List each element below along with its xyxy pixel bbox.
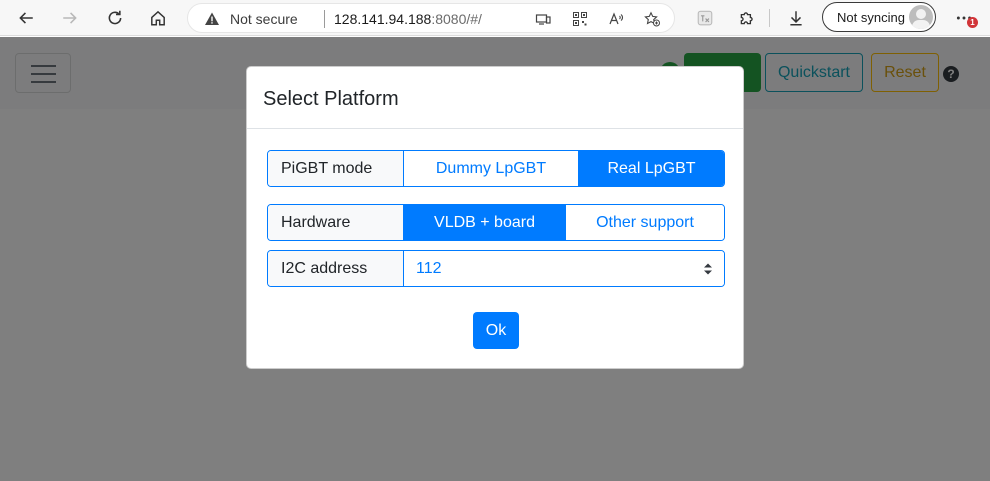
extension-button[interactable] xyxy=(689,2,721,34)
pigbt-mode-label: PiGBT mode xyxy=(268,151,404,186)
profile-sync-button[interactable]: Not syncing xyxy=(822,2,936,32)
forward-button[interactable] xyxy=(54,2,86,34)
modal-title: Select Platform xyxy=(263,88,399,110)
star-add-icon xyxy=(644,11,660,27)
select-platform-dialog: Select Platform PiGBT mode Dummy LpGBT R… xyxy=(246,66,744,369)
back-button[interactable] xyxy=(10,2,42,34)
vldb-board-option[interactable]: VLDB + board xyxy=(404,205,565,240)
read-aloud-button[interactable] xyxy=(606,9,626,29)
modal-header: Select Platform xyxy=(247,67,743,129)
hardware-label: Hardware xyxy=(268,205,404,240)
real-lpgbt-option[interactable]: Real LpGBT xyxy=(578,151,724,186)
address-divider xyxy=(324,10,325,28)
read-aloud-icon xyxy=(609,12,624,25)
url-host: 128.141.94.188 xyxy=(334,11,432,27)
i2c-address-value: 112 xyxy=(416,259,442,277)
i2c-address-group: I2C address 112 xyxy=(267,250,725,287)
forward-arrow-icon xyxy=(63,12,77,24)
security-label[interactable]: Not secure xyxy=(230,11,298,27)
extensions-button[interactable] xyxy=(731,2,763,34)
url-path: :8080/#/ xyxy=(431,11,482,27)
extension-tex-icon xyxy=(697,10,713,26)
select-arrows-icon xyxy=(704,263,712,275)
app-available-button[interactable] xyxy=(533,9,553,29)
i2c-address-select[interactable]: 112 xyxy=(404,251,724,286)
qr-code-icon xyxy=(573,12,587,26)
sync-status-label: Not syncing xyxy=(837,10,905,25)
home-button[interactable] xyxy=(142,2,174,34)
notification-badge: 1 xyxy=(967,17,978,28)
home-icon xyxy=(151,10,165,26)
i2c-address-label: I2C address xyxy=(268,251,404,286)
add-favorite-button[interactable] xyxy=(642,9,662,29)
warning-icon xyxy=(205,12,219,25)
other-support-option[interactable]: Other support xyxy=(565,205,724,240)
hardware-group: Hardware VLDB + board Other support xyxy=(267,204,725,241)
toolbar-divider xyxy=(769,9,770,27)
back-arrow-icon xyxy=(19,12,33,24)
puzzle-icon xyxy=(740,12,753,25)
url-text[interactable]: 128.141.94.188:8080/#/ xyxy=(334,11,482,27)
refresh-button[interactable] xyxy=(99,2,131,34)
address-bar[interactable]: Not secure 128.141.94.188:8080/#/ xyxy=(187,3,675,33)
download-icon xyxy=(790,11,802,26)
pigbt-mode-group: PiGBT mode Dummy LpGBT Real LpGBT xyxy=(267,150,725,187)
dummy-lpgbt-option[interactable]: Dummy LpGBT xyxy=(404,151,578,186)
browser-toolbar: Not secure 128.141.94.188:8080/#/ Not sy… xyxy=(0,0,990,36)
ok-button[interactable]: Ok xyxy=(473,312,519,349)
refresh-icon xyxy=(108,10,122,25)
app-install-icon xyxy=(535,14,551,25)
downloads-button[interactable] xyxy=(780,2,812,34)
qr-code-button[interactable] xyxy=(570,9,590,29)
avatar-icon xyxy=(909,5,933,29)
